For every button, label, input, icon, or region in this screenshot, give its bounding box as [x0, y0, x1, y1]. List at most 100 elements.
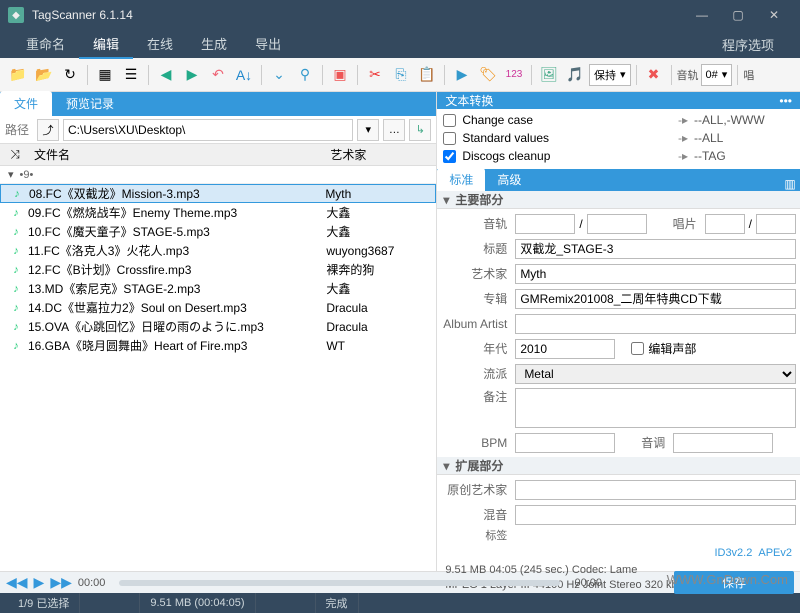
col-filename[interactable]: 文件名 [30, 146, 326, 163]
label-bpm: BPM [441, 436, 511, 450]
transform-checkbox[interactable] [443, 150, 456, 163]
menu-item-2[interactable]: 在线 [133, 30, 187, 59]
right-panel: 文本转换 ••• Change case-▸--ALL,-WWWStandard… [437, 92, 800, 571]
file-row[interactable]: ♪09.FC《燃烧战车》Enemy Theme.mp3大鑫 [0, 203, 436, 222]
file-row[interactable]: ♪08.FC《双截龙》Mission-3.mp3Myth [0, 184, 436, 203]
file-row[interactable]: ♪10.FC《魔天童子》STAGE-5.mp3大鑫 [0, 222, 436, 241]
col-artist[interactable]: 艺术家 [326, 146, 436, 163]
input-year[interactable] [515, 339, 615, 359]
copy-icon[interactable]: ⎘ [389, 63, 413, 87]
menu-item-4[interactable]: 导出 [241, 30, 295, 59]
filter-icon[interactable]: ⌄ [267, 63, 291, 87]
badge-id3[interactable]: ID3v2.2 [714, 547, 752, 559]
track-number-combo[interactable]: 0#▾ [701, 64, 733, 86]
sort-az-icon[interactable]: A↓ [232, 63, 256, 87]
play-icon[interactable]: ▶ [450, 63, 474, 87]
player-prev-icon[interactable]: ◀◀ [6, 574, 28, 591]
player-seek-bar[interactable] [119, 580, 560, 586]
tag-extra-icon[interactable]: ▥ [780, 177, 800, 191]
transform-label: Discogs cleanup [462, 149, 678, 163]
transform-menu-icon[interactable]: ••• [779, 94, 792, 108]
section-ext-head[interactable]: ▾扩展部分 [437, 457, 800, 475]
file-row[interactable]: ♪12.FC《B计划》Crossfire.mp3裸奔的狗 [0, 260, 436, 279]
input-bpm[interactable] [515, 433, 615, 453]
input-album-artist[interactable] [515, 314, 796, 334]
file-row[interactable]: ♪14.DC《世嘉拉力2》Soul on Desert.mp3Dracula [0, 298, 436, 317]
status-size: 9.51 MB (00:04:05) [140, 593, 255, 613]
file-icon: ♪ [6, 226, 26, 238]
input-disc[interactable] [705, 214, 745, 234]
cut-icon[interactable]: ✂ [363, 63, 387, 87]
checkbox-edit-voice[interactable] [631, 342, 644, 355]
file-name: 10.FC《魔天童子》STAGE-5.mp3 [26, 223, 326, 240]
toggle-grid-icon[interactable]: ▦ [93, 63, 117, 87]
input-track[interactable] [515, 214, 575, 234]
path-input[interactable] [63, 119, 353, 141]
search-icon[interactable]: ⚲ [293, 63, 317, 87]
input-key[interactable] [673, 433, 773, 453]
path-browse-icon[interactable]: … [383, 119, 405, 141]
player-time-current: 00:00 [78, 577, 106, 589]
input-artist[interactable] [515, 264, 796, 284]
menu-program-options[interactable]: 程序选项 [708, 31, 788, 58]
refresh-icon[interactable]: ↻ [58, 63, 82, 87]
select-all-icon[interactable]: ▣ [328, 63, 352, 87]
watermark: WWW.GnDown.Com [667, 572, 788, 587]
paste-icon[interactable]: 📋 [415, 63, 439, 87]
input-remix[interactable] [515, 505, 796, 525]
menu-item-1[interactable]: 编辑 [79, 30, 133, 59]
file-row[interactable]: ♪11.FC《洛克人3》火花人.mp3wuyong3687 [0, 241, 436, 260]
next-icon[interactable]: ▶ [180, 63, 204, 87]
badge-ape[interactable]: APEv2 [758, 547, 792, 559]
file-icon: ♪ [6, 340, 26, 352]
lyrics-icon[interactable]: 🎵 [563, 63, 587, 87]
tab-preview[interactable]: 预览记录 [52, 91, 128, 116]
tab-standard[interactable]: 标准 [437, 168, 485, 191]
menu-item-3[interactable]: 生成 [187, 30, 241, 59]
file-artist: wuyong3687 [326, 244, 436, 258]
transform-checkbox[interactable] [443, 114, 456, 127]
add-folder-icon[interactable]: 📂 [32, 63, 56, 87]
file-name: 16.GBA《晓月圆舞曲》Heart of Fire.mp3 [26, 337, 326, 354]
open-folder-icon[interactable]: 📁 [6, 63, 30, 87]
select-genre[interactable]: Metal [515, 364, 796, 384]
keep-combo[interactable]: 保持▾ [589, 64, 631, 86]
path-up-icon[interactable]: ⤴ [37, 119, 59, 141]
minimize-button[interactable]: — [684, 0, 720, 30]
sing-label: 唱 [743, 67, 754, 83]
input-title[interactable] [515, 239, 796, 259]
toggle-list-icon[interactable]: ☰ [119, 63, 143, 87]
maximize-button[interactable]: ▢ [720, 0, 756, 30]
tag-tabs: 标准 高级 ▥ [437, 169, 800, 191]
path-go-icon[interactable]: ↳ [409, 119, 431, 141]
file-name: 09.FC《燃烧战车》Enemy Theme.mp3 [26, 204, 326, 221]
close-button[interactable]: ✕ [756, 0, 792, 30]
text-transform-header: 文本转换 ••• [437, 92, 800, 109]
undo-icon[interactable]: ↶ [206, 63, 230, 87]
input-orig-artist[interactable] [515, 480, 796, 500]
input-track-total[interactable] [587, 214, 647, 234]
image-icon[interactable]: 🖼 [537, 63, 561, 87]
transform-checkbox[interactable] [443, 132, 456, 145]
input-comment[interactable] [515, 388, 796, 428]
prev-icon[interactable]: ◀ [154, 63, 178, 87]
file-row[interactable]: ♪13.MD《索尼克》STAGE-2.mp3大鑫 [0, 279, 436, 298]
section-main-head[interactable]: ▾主要部分 [437, 191, 800, 209]
player-play-icon[interactable]: ▶ [34, 574, 45, 591]
file-artist: Myth [325, 187, 435, 201]
menu-item-0[interactable]: 重命名 [12, 30, 79, 59]
remove-tag-icon[interactable]: ✖ [642, 63, 666, 87]
player-next-icon[interactable]: ▶▶ [50, 574, 72, 591]
file-row[interactable]: ♪16.GBA《晓月圆舞曲》Heart of Fire.mp3WT [0, 336, 436, 355]
shuffle-icon[interactable]: ⤨ [0, 147, 30, 162]
path-dropdown-icon[interactable]: ▾ [357, 119, 379, 141]
tab-advanced[interactable]: 高级 [485, 168, 533, 191]
input-album[interactable] [515, 289, 796, 309]
tag-icon[interactable]: 🏷 [476, 63, 500, 87]
number-icon[interactable]: 123 [502, 63, 526, 87]
file-row[interactable]: ♪15.OVA《心跳回忆》日曜の雨のように.mp3Dracula [0, 317, 436, 336]
menu-bar: 重命名编辑在线生成导出 程序选项 [0, 30, 800, 58]
label-disc: 唱片 [651, 215, 701, 232]
tab-files[interactable]: 文件 [0, 91, 52, 116]
input-disc-total[interactable] [756, 214, 796, 234]
